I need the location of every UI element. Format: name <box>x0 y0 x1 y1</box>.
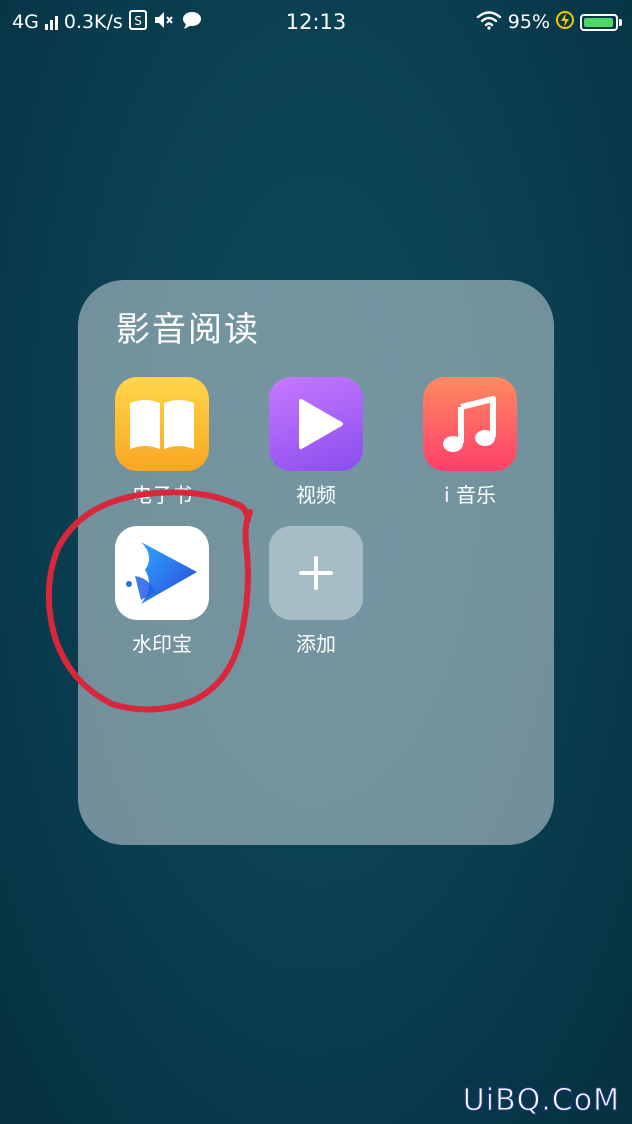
app-label-video: 视频 <box>296 483 336 507</box>
music-note-icon[interactable] <box>423 377 517 471</box>
wifi-icon <box>476 10 502 35</box>
app-watermark[interactable]: 水印宝 <box>102 526 222 656</box>
app-video[interactable]: 视频 <box>256 377 376 507</box>
app-label-music: i 音乐 <box>444 483 496 507</box>
app-add[interactable]: 添加 <box>256 526 376 656</box>
app-folder: 影音阅读 电子书 视频 i 音乐 水印宝 添加 <box>78 280 554 845</box>
status-bar: 4G 0.3K/s S 12:13 95% <box>0 0 632 44</box>
play-icon[interactable] <box>269 377 363 471</box>
watermark-app-icon[interactable] <box>115 526 209 620</box>
plus-icon[interactable] <box>269 526 363 620</box>
status-right: 95% <box>476 9 622 35</box>
app-label-watermark: 水印宝 <box>132 632 192 656</box>
battery-icon <box>580 13 622 31</box>
app-label-ebook: 电子书 <box>132 483 192 507</box>
app-ebook[interactable]: 电子书 <box>102 377 222 507</box>
folder-title[interactable]: 影音阅读 <box>116 302 260 351</box>
battery-percent: 95% <box>507 11 550 33</box>
book-icon[interactable] <box>115 377 209 471</box>
app-music[interactable]: i 音乐 <box>410 377 530 507</box>
app-label-add: 添加 <box>296 632 336 656</box>
site-watermark: UiBQ.CoM <box>462 1083 620 1119</box>
charging-icon <box>556 10 574 35</box>
